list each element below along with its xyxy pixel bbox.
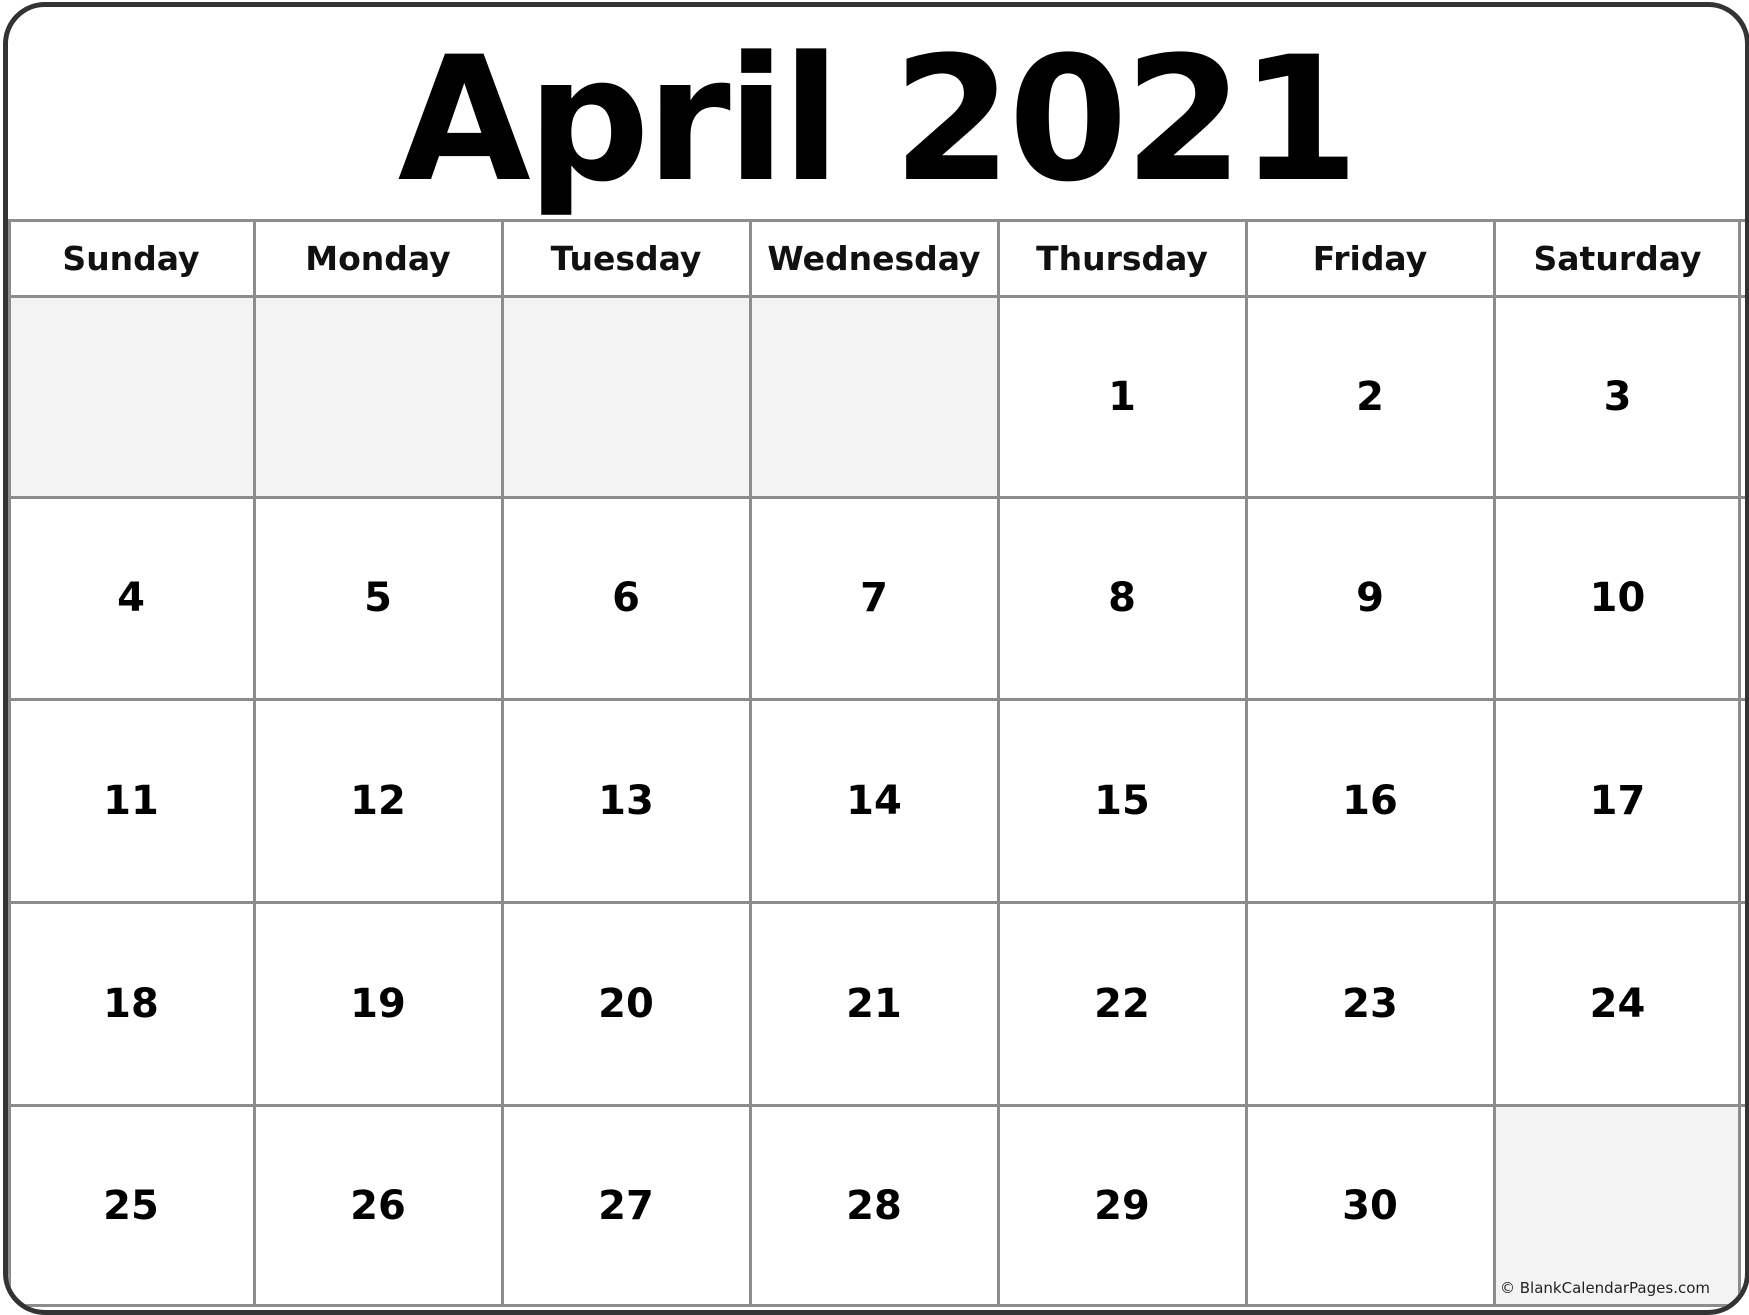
- day-cell[interactable]: 29: [998, 1105, 1246, 1306]
- column-divider: [1245, 220, 1248, 1306]
- column-divider: [253, 220, 256, 1306]
- day-number: 2: [1356, 373, 1384, 420]
- day-number: 6: [612, 575, 640, 621]
- day-cell[interactable]: 3: [1494, 296, 1741, 497]
- week-row-divider: [8, 1104, 1745, 1107]
- empty-day-cell: [254, 296, 502, 497]
- day-number: 29: [1094, 1182, 1150, 1229]
- day-cell[interactable]: 9: [1246, 497, 1494, 699]
- day-number: 7: [860, 575, 888, 621]
- column-divider: [8, 220, 11, 1306]
- column-divider: [1738, 220, 1741, 1306]
- day-cell[interactable]: 16: [1246, 699, 1494, 902]
- day-number: 27: [598, 1182, 654, 1229]
- day-number: 18: [103, 980, 159, 1027]
- copyright-text: © BlankCalendarPages.com: [1500, 1279, 1710, 1297]
- day-cell[interactable]: 12: [254, 699, 502, 902]
- day-number: 28: [846, 1182, 902, 1229]
- weekday-header-thursday: Thursday: [1036, 238, 1208, 278]
- day-number: 22: [1094, 980, 1150, 1027]
- day-cell[interactable]: 6: [502, 497, 750, 699]
- day-number: 10: [1589, 575, 1646, 621]
- day-cell[interactable]: 19: [254, 902, 502, 1105]
- day-number: 30: [1342, 1182, 1398, 1229]
- empty-day-cell: [8, 296, 254, 497]
- weekday-header-sunday: Sunday: [62, 238, 200, 278]
- weekday-header-monday: Monday: [305, 238, 451, 278]
- week-row-divider: [8, 295, 1745, 298]
- header-divider: [8, 219, 1745, 222]
- day-number: 1: [1108, 373, 1136, 420]
- day-number: 19: [350, 980, 406, 1027]
- weekday-header-tuesday: Tuesday: [550, 238, 702, 278]
- week-row-divider: [8, 1304, 1745, 1307]
- day-cell[interactable]: 2: [1246, 296, 1494, 497]
- day-cell[interactable]: 17: [1494, 699, 1741, 902]
- day-cell[interactable]: 21: [750, 902, 998, 1105]
- calendar-title: April 2021: [397, 19, 1360, 220]
- day-number: 4: [117, 575, 145, 621]
- weekday-header-wednesday: Wednesday: [767, 238, 981, 278]
- column-divider: [501, 220, 504, 1306]
- weekday-header-saturday: Saturday: [1533, 238, 1702, 278]
- day-number: 17: [1589, 777, 1646, 824]
- day-cell[interactable]: 28: [750, 1105, 998, 1306]
- day-number: 24: [1589, 980, 1646, 1027]
- day-cell[interactable]: 7: [750, 497, 998, 699]
- day-cell[interactable]: 30: [1246, 1105, 1494, 1306]
- day-cell[interactable]: 14: [750, 699, 998, 902]
- column-divider: [997, 220, 1000, 1306]
- empty-day-cell: [502, 296, 750, 497]
- day-cell[interactable]: 15: [998, 699, 1246, 902]
- day-cell[interactable]: 8: [998, 497, 1246, 699]
- week-row-divider: [8, 901, 1745, 904]
- day-cell[interactable]: 27: [502, 1105, 750, 1306]
- day-number: 14: [846, 777, 902, 824]
- day-number: 26: [350, 1182, 406, 1229]
- day-cell[interactable]: 24: [1494, 902, 1741, 1105]
- day-number: 9: [1356, 575, 1384, 621]
- day-number: 20: [598, 980, 654, 1027]
- day-number: 25: [103, 1182, 159, 1229]
- day-cell[interactable]: 4: [8, 497, 254, 699]
- day-number: 5: [364, 575, 392, 621]
- empty-day-cell: [750, 296, 998, 497]
- day-cell[interactable]: 11: [8, 699, 254, 902]
- day-cell[interactable]: 13: [502, 699, 750, 902]
- day-cell[interactable]: 22: [998, 902, 1246, 1105]
- weekday-header-friday: Friday: [1312, 238, 1428, 278]
- day-number: 16: [1342, 777, 1398, 824]
- column-divider: [749, 220, 752, 1306]
- day-cell[interactable]: 1: [998, 296, 1246, 497]
- week-row-divider: [8, 496, 1745, 499]
- day-number: 11: [103, 777, 159, 824]
- day-number: 8: [1108, 575, 1136, 621]
- day-number: 3: [1603, 373, 1632, 420]
- day-number: 23: [1342, 980, 1398, 1027]
- day-number: 15: [1094, 777, 1150, 824]
- calendar-frame: April 2021 1 2 3 4 5 6 7 8 9 10 11 12 13 14 15 16 17 18 19…: [3, 2, 1749, 1315]
- day-cell[interactable]: 10: [1494, 497, 1741, 699]
- column-divider: [1493, 220, 1496, 1306]
- week-row-divider: [8, 698, 1745, 701]
- day-cell[interactable]: 5: [254, 497, 502, 699]
- day-number: 12: [350, 777, 406, 824]
- day-number: 21: [846, 980, 902, 1027]
- day-cell[interactable]: 26: [254, 1105, 502, 1306]
- day-cell[interactable]: 18: [8, 902, 254, 1105]
- day-cell[interactable]: 20: [502, 902, 750, 1105]
- day-cell[interactable]: 23: [1246, 902, 1494, 1105]
- day-cell[interactable]: 25: [8, 1105, 254, 1306]
- day-number: 13: [598, 777, 654, 824]
- empty-day-cell: [1494, 1105, 1741, 1306]
